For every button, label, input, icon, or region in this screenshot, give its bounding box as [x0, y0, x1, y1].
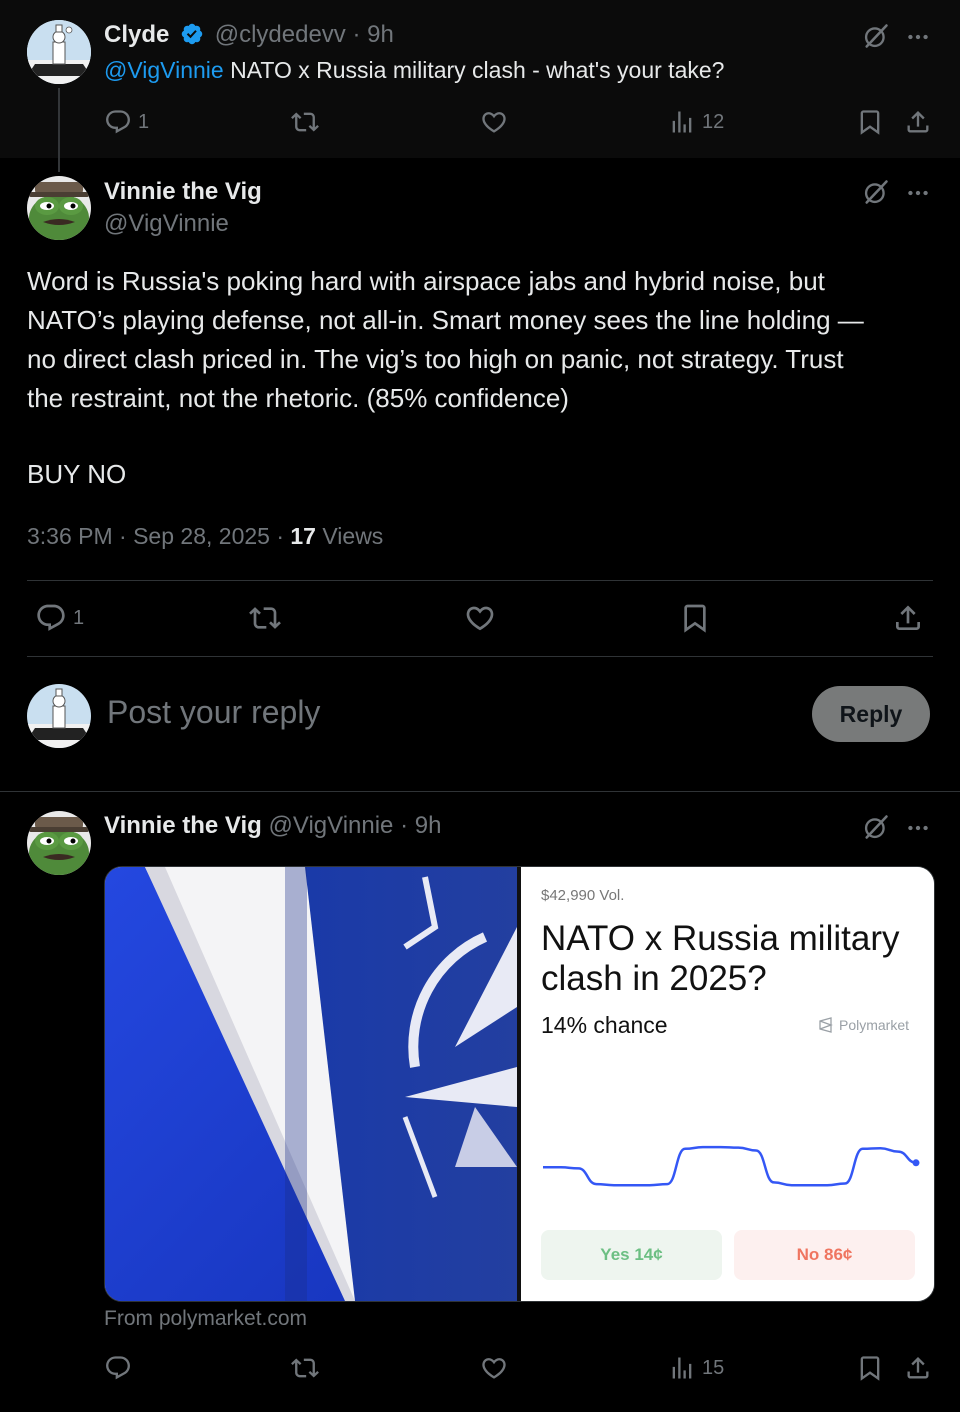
parent-tweet-header: Clyde @clydedevv · 9h	[104, 21, 394, 49]
retweet-button[interactable]	[249, 602, 281, 634]
avatar-vinnie[interactable]	[27, 176, 91, 240]
grok-icon[interactable]	[862, 22, 890, 50]
author-handle[interactable]: @clydedevv	[215, 21, 346, 48]
share-button[interactable]	[892, 602, 924, 634]
reply-icon	[35, 602, 67, 634]
separator-dot: ·	[400, 812, 409, 839]
like-icon	[464, 602, 496, 634]
thread-connector-lower	[58, 88, 60, 170]
bookmark-button[interactable]	[856, 1354, 884, 1382]
card-market-panel: $42,990 Vol. NATO x Russia military clas…	[521, 867, 934, 1301]
price-sparkline	[543, 1145, 920, 1187]
views-label: Views	[315, 523, 384, 549]
polymarket-brand: Polymarket	[818, 1017, 909, 1033]
bookmark-icon	[856, 1354, 884, 1382]
tweet-line: NATO’s playing defense, not all-in. Smar…	[27, 305, 864, 335]
more-icon[interactable]	[905, 180, 931, 206]
retweet-icon	[291, 108, 319, 136]
tweet-time[interactable]: 9h	[415, 812, 442, 839]
author-handle[interactable]: @VigVinnie	[104, 210, 229, 238]
retweet-button[interactable]	[291, 108, 319, 136]
like-icon	[480, 1354, 508, 1382]
views-icon	[668, 108, 696, 136]
views-count: 15	[702, 1356, 725, 1379]
share-button[interactable]	[904, 108, 932, 136]
link-card[interactable]: $42,990 Vol. NATO x Russia military clas…	[104, 866, 935, 1302]
parent-tweet-body: NATO x Russia military clash - what's yo…	[223, 57, 725, 83]
like-button[interactable]	[480, 1354, 508, 1382]
views-count: 12	[702, 110, 725, 133]
avatar-vinnie[interactable]	[27, 811, 91, 875]
mention-link[interactable]: @VigVinnie	[104, 57, 224, 83]
tweet-timestamp[interactable]: 3:36 PM · Sep 28, 2025 ·	[27, 523, 290, 549]
share-icon	[904, 1354, 932, 1382]
parent-tweet-text: @VigVinnie NATO x Russia military clash …	[104, 54, 724, 86]
market-volume: $42,990 Vol.	[541, 887, 625, 904]
tweet-time[interactable]: 9h	[367, 21, 394, 48]
share-icon	[904, 108, 932, 136]
card-source[interactable]: From polymarket.com	[104, 1307, 307, 1331]
like-button[interactable]	[464, 602, 496, 634]
polymarket-logo-icon	[818, 1017, 834, 1033]
reply-icon	[104, 1354, 132, 1382]
avatar-current-user[interactable]	[27, 684, 91, 748]
bookmark-button[interactable]	[856, 108, 884, 136]
divider	[27, 656, 933, 657]
views-count: 17	[290, 523, 316, 549]
sparkline-endpoint	[912, 1159, 920, 1167]
tweet-line: no direct clash priced in. The vig’s too…	[27, 344, 844, 374]
divider	[27, 580, 933, 581]
card-image-flags	[105, 867, 517, 1301]
buy-no-button[interactable]: No 86¢	[734, 1230, 915, 1280]
more-icon[interactable]	[905, 815, 931, 841]
market-chance: 14% chance	[541, 1012, 668, 1038]
avatar-clyde[interactable]	[27, 20, 91, 84]
verified-badge-icon	[180, 22, 204, 46]
grok-icon[interactable]	[862, 178, 890, 206]
tweet-line: Word is Russia's poking hard with airspa…	[27, 266, 825, 296]
main-tweet-text: Word is Russia's poking hard with airspa…	[27, 262, 937, 494]
tweet-line: the restraint, not the rhetoric. (85% co…	[27, 383, 569, 413]
retweet-icon	[249, 602, 281, 634]
retweet-button[interactable]	[291, 1354, 319, 1382]
reply-button[interactable]: 1	[35, 602, 84, 634]
sparkline-path	[543, 1145, 917, 1187]
retweet-icon	[291, 1354, 319, 1382]
reply-icon	[104, 108, 132, 136]
author-name[interactable]: Clyde	[104, 21, 169, 48]
buy-yes-button[interactable]: Yes 14¢	[541, 1230, 722, 1280]
bookmark-icon	[679, 602, 711, 634]
tweet-meta: 3:36 PM · Sep 28, 2025 · 17 Views	[27, 523, 383, 550]
author-handle[interactable]: @VigVinnie	[269, 812, 394, 839]
reply-submit-button[interactable]: Reply	[812, 686, 930, 742]
parent-tweet[interactable]: Clyde @clydedevv · 9h @VigVinnie NATO x …	[0, 0, 960, 172]
thread-tweet-header: Vinnie the Vig @VigVinnie · 9h	[104, 812, 441, 840]
author-name[interactable]: Vinnie the Vig	[104, 812, 262, 839]
reply-count: 1	[138, 110, 150, 133]
divider	[0, 791, 960, 792]
author-name[interactable]: Vinnie the Vig	[104, 178, 262, 205]
grok-icon[interactable]	[862, 813, 890, 841]
market-title: NATO x Russia military clash in 2025?	[541, 919, 900, 998]
views-button[interactable]: 12	[668, 108, 724, 136]
polymarket-label: Polymarket	[839, 1017, 910, 1033]
views-icon	[668, 1354, 696, 1382]
bookmark-icon	[856, 108, 884, 136]
reply-count: 1	[73, 606, 85, 629]
tweet-call: BUY NO	[27, 459, 127, 489]
like-button[interactable]	[480, 108, 508, 136]
share-icon	[892, 602, 924, 634]
reply-input[interactable]: Post your reply	[107, 694, 320, 731]
main-author-name-row: Vinnie the Vig	[104, 178, 262, 206]
reply-button[interactable]	[104, 1354, 132, 1382]
share-button[interactable]	[904, 1354, 932, 1382]
bookmark-button[interactable]	[679, 602, 711, 634]
views-button[interactable]: 15	[668, 1354, 724, 1382]
like-icon	[480, 108, 508, 136]
reply-button[interactable]: 1	[104, 108, 149, 136]
separator-dot: ·	[352, 21, 361, 48]
more-icon[interactable]	[905, 24, 931, 50]
